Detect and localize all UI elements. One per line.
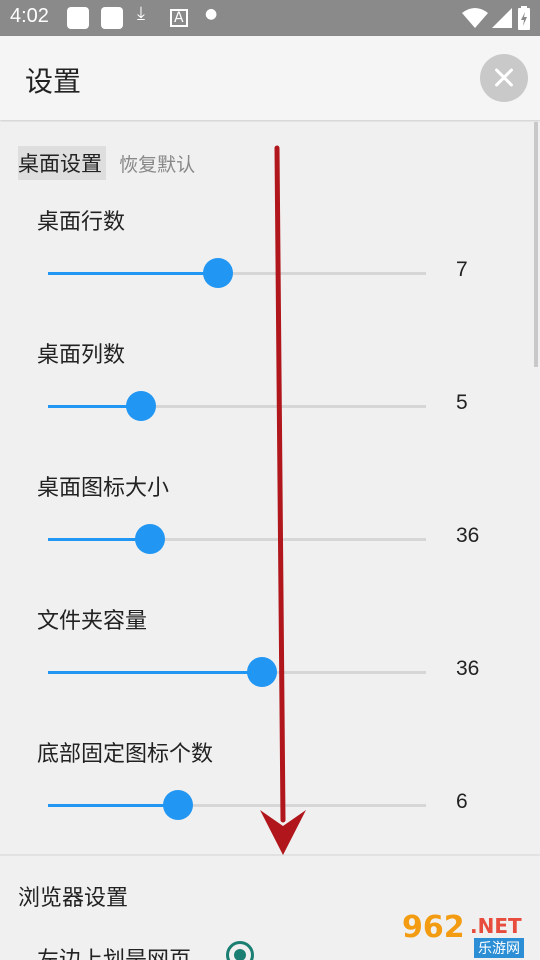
slider-thumb[interactable]	[203, 258, 234, 288]
dot-icon: ●	[205, 6, 218, 22]
wifi-icon	[462, 8, 488, 28]
status-time: 4:02	[10, 5, 49, 27]
watermark-site: 乐游网	[474, 938, 524, 958]
folder-capacity-slider[interactable]	[48, 657, 426, 687]
page-title: 设置	[25, 65, 82, 98]
font-icon: A	[170, 9, 188, 27]
settings-content[interactable]: 桌面设置 恢复默认 桌面行数 7 桌面列数 5 桌面图标大小 36 文件夹容量	[0, 122, 540, 960]
setting-label: 桌面行数	[37, 210, 126, 235]
slider-thumb[interactable]	[125, 391, 156, 421]
download-icon: ⤓	[137, 3, 145, 24]
setting-dock-icon-count: 底部固定图标个数 6	[0, 736, 540, 866]
setting-desktop-columns: 桌面列数 5	[0, 337, 540, 467]
setting-label: 桌面图标大小	[37, 476, 170, 501]
setting-value: 5	[456, 391, 468, 414]
notification-square-icon	[101, 7, 123, 29]
desktop-section-title: 桌面设置	[18, 146, 106, 180]
watermark-number: 962	[402, 910, 465, 945]
left-swipe-webpage-option[interactable]: 左边上划是网页	[37, 942, 191, 960]
setting-label: 底部固定图标个数	[37, 742, 214, 767]
setting-label: 桌面列数	[37, 343, 126, 368]
setting-value: 36	[456, 657, 480, 680]
watermark-logo: 962 .NET 乐游网	[400, 910, 536, 958]
desktop-section-header: 桌面设置 恢复默认	[18, 146, 195, 180]
close-icon[interactable]	[480, 54, 528, 102]
setting-value: 36	[456, 524, 480, 547]
battery-icon	[518, 6, 530, 30]
left-swipe-radio[interactable]	[226, 941, 254, 960]
desktop-columns-slider[interactable]	[48, 391, 426, 421]
slider-fill	[48, 671, 262, 674]
watermark-suffix: .NET	[470, 914, 522, 938]
status-bar: 4:02 ⤓ A ●	[0, 0, 540, 36]
desktop-rows-slider[interactable]	[48, 258, 426, 288]
section-divider	[0, 854, 540, 856]
setting-label: 文件夹容量	[37, 609, 148, 634]
setting-value: 6	[456, 790, 468, 813]
setting-desktop-rows: 桌面行数 7	[0, 204, 540, 334]
slider-fill	[48, 804, 179, 807]
slider-thumb[interactable]	[163, 790, 194, 820]
setting-value: 7	[456, 258, 468, 281]
signal-icon	[492, 8, 512, 28]
slider-fill	[48, 272, 219, 275]
icon-size-slider[interactable]	[48, 524, 426, 554]
browser-section-title: 浏览器设置	[18, 886, 129, 911]
slider-thumb[interactable]	[246, 657, 277, 687]
dock-icon-count-slider[interactable]	[48, 790, 426, 820]
app-bar: 设置	[0, 36, 540, 120]
setting-icon-size: 桌面图标大小 36	[0, 470, 540, 600]
slider-thumb[interactable]	[135, 524, 166, 554]
notification-square-icon	[67, 7, 89, 29]
reset-default-button[interactable]: 恢复默认	[119, 150, 195, 177]
setting-folder-capacity: 文件夹容量 36	[0, 603, 540, 733]
